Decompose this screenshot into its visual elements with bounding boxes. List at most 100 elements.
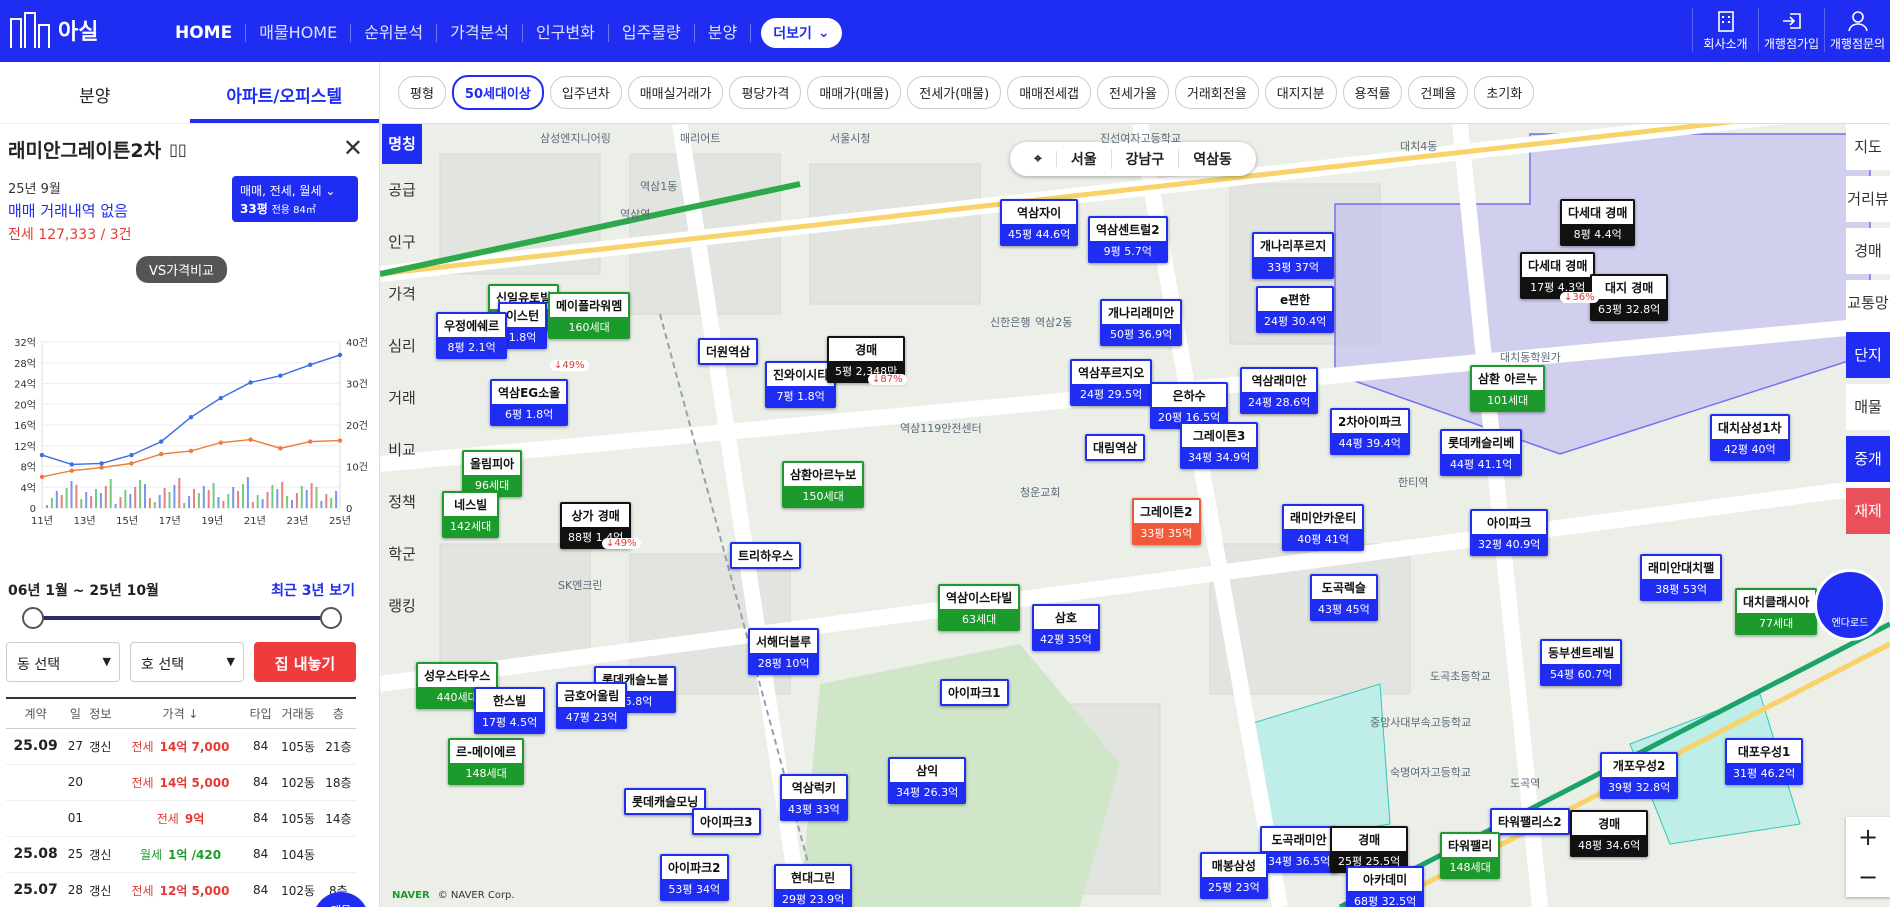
nav-move-in[interactable]: 입주물량 xyxy=(609,24,695,42)
crosshair-icon[interactable]: ⌖ xyxy=(1020,151,1057,167)
complex-marker[interactable]: 아카데미 68평 32.5억 xyxy=(1346,866,1425,907)
complex-marker[interactable]: 현대그린 29평 23.9억 xyxy=(774,864,853,907)
map-tool-4[interactable]: 단지 xyxy=(1846,332,1890,378)
complex-marker[interactable]: 경매 48평 34.6억 xyxy=(1570,810,1649,857)
table-row[interactable]: 25.09 27 갱신 전세 14억 7,000 84 105동 21층 xyxy=(6,728,356,765)
tab-presale[interactable]: 분양 xyxy=(0,62,190,123)
vs-price-compare-button[interactable]: VS가격비교 xyxy=(136,256,227,283)
trade-type-selector[interactable]: 매매, 전세, 월세 ⌄ 33평 전용 84㎡ xyxy=(232,176,358,222)
map-tool-3[interactable]: 교통망 xyxy=(1846,280,1890,326)
tab-apartment-officetel[interactable]: 아파트/오피스텔 xyxy=(189,62,379,123)
more-button[interactable]: 더보기 ⌄ xyxy=(761,18,842,48)
map-tool-5[interactable]: 매물 xyxy=(1846,384,1890,430)
location-city[interactable]: 서울 xyxy=(1057,149,1112,169)
complex-marker[interactable]: 대림역삼 xyxy=(1085,434,1146,461)
filter-chip-4[interactable]: 평당가격 xyxy=(729,76,802,109)
filter-chip-8[interactable]: 전세가율 xyxy=(1097,76,1169,109)
complex-marker[interactable]: 더원역삼 xyxy=(698,338,759,365)
complex-marker[interactable]: 매봉삼성 25평 23억 xyxy=(1200,852,1268,899)
period-range-slider[interactable] xyxy=(22,607,342,629)
slider-start-handle[interactable] xyxy=(22,607,44,629)
complex-marker[interactable]: 역삼푸르지오 24평 29.5억 xyxy=(1070,359,1153,406)
complex-marker[interactable]: 그레이튼2 33평 35억 xyxy=(1132,498,1201,545)
complex-marker[interactable]: 올림피아 96세대 xyxy=(462,450,523,497)
map-tool-6[interactable]: 중개 xyxy=(1846,436,1890,482)
complex-marker[interactable]: 대지 경매 63평 32.8억 xyxy=(1590,274,1669,321)
complex-marker[interactable]: 서해더블루 28평 10억 xyxy=(748,628,820,675)
location-district[interactable]: 강남구 xyxy=(1112,149,1180,169)
filter-chip-10[interactable]: 대지지분 xyxy=(1264,76,1337,109)
filter-chip-6[interactable]: 전세가(매물) xyxy=(907,76,1002,109)
complex-marker[interactable]: 타워팰리스2 xyxy=(1490,808,1570,835)
complex-marker[interactable]: 금호어울림 47평 23억 xyxy=(556,682,628,729)
complex-marker[interactable]: 롯데캐슬리베 44평 41.1억 xyxy=(1440,429,1523,476)
complex-marker[interactable]: 개포우성2 39평 32.8억 xyxy=(1600,752,1679,799)
complex-marker[interactable]: 개나리푸르지 33평 37억 xyxy=(1252,232,1335,279)
complex-marker[interactable]: 역삼EG소울 6평 1.8억 xyxy=(490,379,569,426)
complex-marker[interactable]: 아이파크2 53평 34억 xyxy=(660,854,729,901)
map-menu-item-0[interactable]: 명칭 xyxy=(382,124,422,164)
complex-marker[interactable]: 동부센트레빌 54평 60.7억 xyxy=(1540,639,1623,686)
map-menu-item-4[interactable]: 심리 xyxy=(382,320,422,372)
nav-population[interactable]: 인구변화 xyxy=(523,24,609,42)
complex-marker[interactable]: 우정에쉐르 8평 2.1억 xyxy=(436,312,508,359)
complex-marker[interactable]: 래미안대치팰 38평 53억 xyxy=(1640,554,1723,601)
complex-marker[interactable]: 역삼자이 45평 44.6억 xyxy=(1000,199,1079,246)
complex-marker[interactable]: 도곡래미안 34평 36.5억 xyxy=(1260,826,1339,873)
nav-rank-analysis[interactable]: 순위분석 xyxy=(351,24,438,42)
filter-chip-0[interactable]: 평형 xyxy=(398,76,446,109)
filter-chip-9[interactable]: 거래회전율 xyxy=(1174,76,1259,109)
recent-3-years-link[interactable]: 최근 3년 보기 xyxy=(271,580,355,600)
complex-marker[interactable]: 삼환 아르누 101세대 xyxy=(1470,365,1546,412)
nav-price-analysis[interactable]: 가격분석 xyxy=(437,24,523,42)
complex-marker[interactable]: 메이플라워멤 160세대 xyxy=(548,292,631,339)
complex-marker[interactable]: 대포우성1 31평 46.2억 xyxy=(1725,738,1804,785)
ho-select[interactable]: 호 선택 ▼ xyxy=(130,642,244,682)
filter-chip-7[interactable]: 매매전세갭 xyxy=(1007,76,1092,109)
dong-select[interactable]: 동 선택 ▼ xyxy=(6,642,120,682)
complex-marker[interactable]: 역삼센트럴2 9평 5.7억 xyxy=(1088,216,1168,263)
zoom-in-button[interactable]: + xyxy=(1846,817,1890,857)
zoom-out-button[interactable]: − xyxy=(1846,857,1890,897)
filter-chip-11[interactable]: 용적률 xyxy=(1342,76,1403,109)
book-icon[interactable]: ▯▯ xyxy=(169,140,187,159)
close-icon[interactable]: ✕ xyxy=(343,134,363,162)
location-dong[interactable]: 역삼동 xyxy=(1179,149,1246,169)
table-row[interactable]: 01 전세 9억 84 105동 14층 xyxy=(6,800,356,837)
complex-marker[interactable]: 아이파크 32평 40.9억 xyxy=(1470,509,1549,556)
list-house-button[interactable]: 집 내놓기 xyxy=(254,642,356,682)
complex-marker[interactable]: 한스빌 17평 4.5억 xyxy=(474,687,546,734)
complex-marker[interactable]: 르-메이에르 148세대 xyxy=(448,738,525,785)
map-view[interactable]: 명칭 공급 인구 가격 심리 거래 비교 정책 학군 랭킹 ⌖ 서울 강남구 역삼동 삼성엔지니어… xyxy=(380,124,1890,907)
complex-marker[interactable]: 역삼이스타빌 63세대 xyxy=(938,584,1021,631)
nav-home[interactable]: HOME xyxy=(162,24,247,42)
complex-marker[interactable]: 아이파크1 xyxy=(940,679,1009,706)
map-tool-2[interactable]: 경매 xyxy=(1846,228,1890,274)
complex-marker[interactable]: 대치삼성1차 42평 40억 xyxy=(1710,414,1790,461)
nav-listing-home[interactable]: 매물HOME xyxy=(246,24,352,42)
map-menu-item-7[interactable]: 정책 xyxy=(382,476,422,528)
complex-marker[interactable]: 네스빌 142세대 xyxy=(442,491,500,538)
location-breadcrumb[interactable]: ⌖ 서울 강남구 역삼동 xyxy=(1010,142,1256,176)
complex-marker[interactable]: 래미안카운티 40평 41억 xyxy=(1282,504,1365,551)
member-inquiry-button[interactable]: 개행점문의 xyxy=(1824,8,1890,52)
slider-end-handle[interactable] xyxy=(320,607,342,629)
complex-marker[interactable]: 그레이튼3 34평 34.9억 xyxy=(1180,422,1259,469)
column-header[interactable]: 가격 ↓ xyxy=(115,697,246,729)
complex-marker[interactable]: 타워팰리 148세대 xyxy=(1440,832,1501,879)
map-tool-0[interactable]: 지도 xyxy=(1846,124,1890,170)
map-menu-item-3[interactable]: 가격 xyxy=(382,268,422,320)
table-row[interactable]: 20 전세 14억 5,000 84 102동 18층 xyxy=(6,764,356,801)
map-menu-item-1[interactable]: 공급 xyxy=(382,164,422,216)
complex-marker[interactable]: 아이파크3 xyxy=(692,808,761,835)
map-menu-item-5[interactable]: 거래 xyxy=(382,372,422,424)
nav-presale[interactable]: 분양 xyxy=(695,24,752,42)
complex-marker[interactable]: 개나리래미안 50평 36.9억 xyxy=(1100,299,1183,346)
complex-marker[interactable]: 진와이시티 7평 1.8억 xyxy=(765,361,837,408)
complex-marker[interactable]: 삼호 42평 35억 xyxy=(1032,604,1100,651)
map-tool-7[interactable]: 재제 xyxy=(1846,488,1890,534)
complex-marker[interactable]: 삼환아르누보 150세대 xyxy=(782,461,865,508)
map-menu-item-2[interactable]: 인구 xyxy=(382,216,422,268)
filter-chip-1[interactable]: 50세대이상 xyxy=(451,75,544,110)
complex-marker[interactable]: 다세대 경매 8평 4.4억 xyxy=(1560,199,1636,246)
